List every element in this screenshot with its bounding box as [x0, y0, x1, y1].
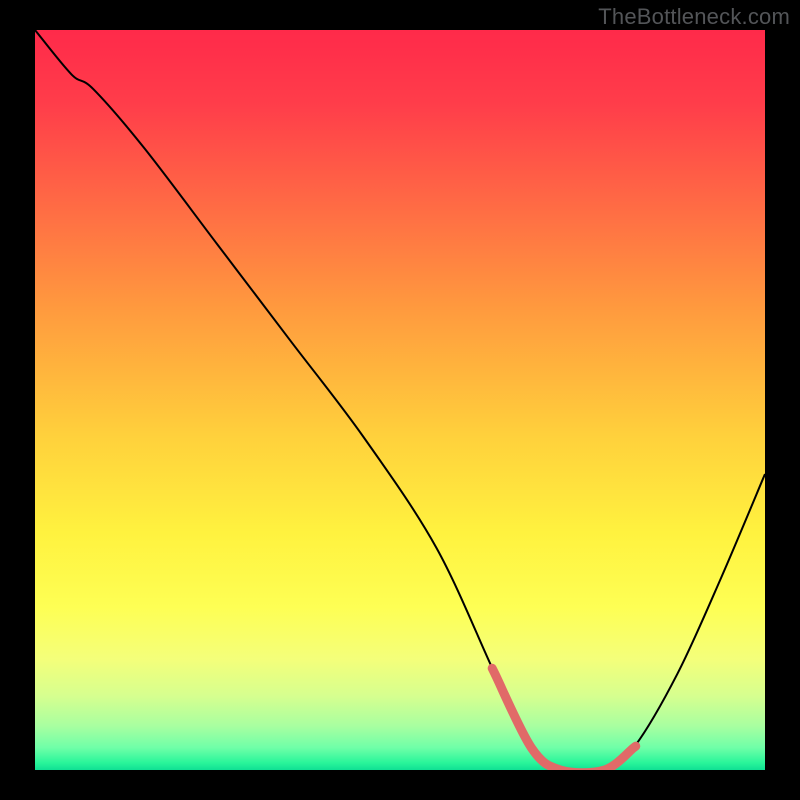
curve-layer [35, 30, 765, 770]
watermark-text: TheBottleneck.com [598, 4, 790, 30]
bottleneck-curve [35, 30, 765, 770]
plot-area [35, 30, 765, 770]
highlight-segment [492, 668, 636, 770]
chart-frame: TheBottleneck.com [0, 0, 800, 800]
